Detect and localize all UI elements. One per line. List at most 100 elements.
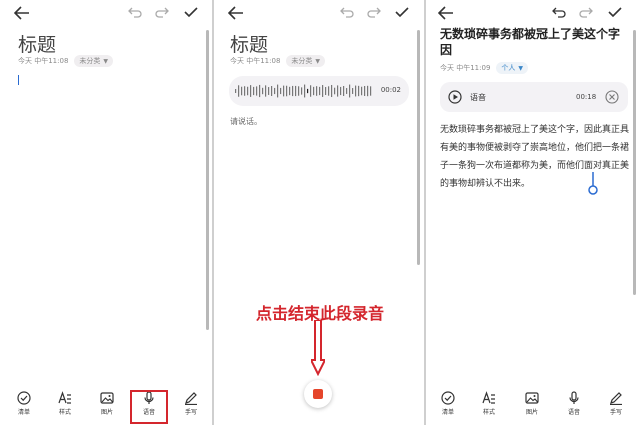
checklist-icon: [17, 391, 31, 405]
confirm-check-icon[interactable]: [184, 6, 198, 18]
tool-handwrite[interactable]: 手写: [176, 391, 206, 416]
top-bar: [0, 4, 212, 26]
audio-duration: 00:18: [576, 93, 597, 101]
waveform-bar: [337, 85, 339, 97]
tool-text-style[interactable]: 样式: [474, 391, 504, 416]
tool-checklist[interactable]: 清单: [433, 391, 463, 416]
note-meta: 今天 中午11:09 个人 ▼: [440, 62, 529, 74]
waveform-bar: [259, 84, 261, 98]
waveform-bar: [250, 85, 252, 97]
waveform-bar: [265, 85, 267, 97]
tool-label: 样式: [58, 409, 71, 416]
waveform-bar: [271, 86, 273, 96]
waveform-bar: [340, 86, 342, 96]
category-dropdown[interactable]: 个人 ▼: [496, 62, 529, 74]
redo-icon[interactable]: [155, 6, 169, 18]
waveform-bar: [307, 88, 309, 94]
waveform-graphic: [235, 84, 372, 98]
category-dropdown[interactable]: 未分类 ▼: [74, 55, 114, 67]
waveform-bar: [349, 84, 351, 98]
category-label: 未分类: [291, 57, 313, 65]
waveform-bar: [268, 87, 270, 95]
category-dropdown[interactable]: 未分类 ▼: [286, 55, 326, 67]
tool-label: 语音: [567, 409, 580, 416]
waveform-bar: [334, 87, 336, 95]
text-style-icon: [482, 391, 495, 404]
waveform-bar: [319, 86, 321, 96]
tool-label: 手写: [609, 409, 622, 416]
waveform-bar: [316, 86, 318, 96]
tool-voice[interactable]: 语音: [559, 391, 589, 416]
image-icon: [525, 392, 539, 404]
waveform-bar: [256, 86, 258, 96]
confirm-check-icon[interactable]: [608, 6, 622, 18]
tool-image[interactable]: 图片: [92, 391, 122, 416]
top-bar: [214, 4, 424, 26]
scrollbar[interactable]: [633, 30, 636, 295]
waveform-bar: [328, 86, 330, 96]
waveform-bar: [361, 86, 363, 96]
tool-image[interactable]: 图片: [517, 391, 547, 416]
waveform-bar: [367, 85, 369, 97]
dropdown-arrow-icon: ▼: [103, 57, 109, 65]
audio-attachment-card[interactable]: 语音 00:18: [440, 82, 628, 112]
tool-handwrite[interactable]: 手写: [601, 391, 631, 416]
note-timestamp: 今天 中午11:08: [230, 57, 281, 65]
note-title[interactable]: 标题: [18, 30, 56, 57]
back-arrow-icon[interactable]: [14, 6, 30, 20]
down-arrow-annotation-icon: [311, 320, 325, 376]
waveform-bar: [286, 85, 288, 97]
tool-label: 手写: [184, 409, 197, 416]
scrollbar[interactable]: [417, 30, 420, 265]
waveform-bar: [274, 87, 276, 95]
stop-recording-button[interactable]: [304, 380, 332, 408]
back-arrow-icon[interactable]: [228, 6, 244, 20]
tool-text-style[interactable]: 样式: [50, 391, 80, 416]
waveform-bar: [343, 86, 345, 96]
text-style-icon: [58, 391, 71, 404]
redo-icon[interactable]: [579, 6, 593, 18]
waveform-bar: [277, 84, 279, 98]
audio-label: 语音: [470, 93, 486, 102]
pen-icon: [610, 392, 622, 405]
text-cursor: [18, 75, 19, 85]
dropdown-arrow-icon: ▼: [315, 57, 321, 65]
text-selection-handle[interactable]: [587, 172, 599, 196]
waveform-bar: [283, 85, 285, 97]
undo-icon[interactable]: [340, 6, 354, 18]
note-body-text[interactable]: 无数琐碎事务都被冠上了美这个字，因此真正具有美的事物便被剥夺了崇高地位，他们把一…: [440, 121, 630, 193]
waveform-bar: [244, 86, 246, 96]
waveform-bar: [331, 84, 333, 98]
voice-highlight-box: [130, 390, 168, 424]
waveform-bar: [280, 87, 282, 95]
note-timestamp: 今天 中午11:09: [440, 64, 491, 72]
waveform-bar: [364, 86, 366, 96]
note-meta: 今天 中午11:08 未分类 ▼: [230, 55, 326, 67]
microphone-icon: [569, 391, 579, 404]
redo-icon[interactable]: [367, 6, 381, 18]
close-icon[interactable]: [605, 90, 619, 104]
waveform-bar: [235, 89, 237, 93]
tool-checklist[interactable]: 清单: [9, 391, 39, 416]
undo-icon[interactable]: [128, 6, 142, 18]
confirm-check-icon[interactable]: [395, 6, 409, 18]
stop-icon: [313, 389, 323, 399]
tool-label: 图片: [100, 409, 113, 416]
waveform-bar: [253, 86, 255, 96]
category-label: 个人: [501, 64, 516, 72]
note-meta: 今天 中午11:08 未分类 ▼: [18, 55, 114, 67]
note-title[interactable]: 无数琐碎事务都被冠上了美这个字因: [440, 26, 630, 58]
speak-prompt: 请说话。: [230, 117, 262, 126]
scrollbar[interactable]: [206, 30, 209, 330]
undo-icon[interactable]: [552, 6, 566, 18]
top-bar: [426, 4, 640, 26]
note-timestamp: 今天 中午11:08: [18, 57, 69, 65]
back-arrow-icon[interactable]: [438, 6, 454, 20]
tool-label: 图片: [525, 409, 538, 416]
note-title[interactable]: 标题: [230, 30, 268, 57]
pen-icon: [185, 392, 197, 405]
waveform-bar: [370, 86, 372, 96]
play-icon[interactable]: [448, 90, 462, 104]
waveform-bar: [238, 85, 240, 97]
waveform-bar: [289, 86, 291, 96]
